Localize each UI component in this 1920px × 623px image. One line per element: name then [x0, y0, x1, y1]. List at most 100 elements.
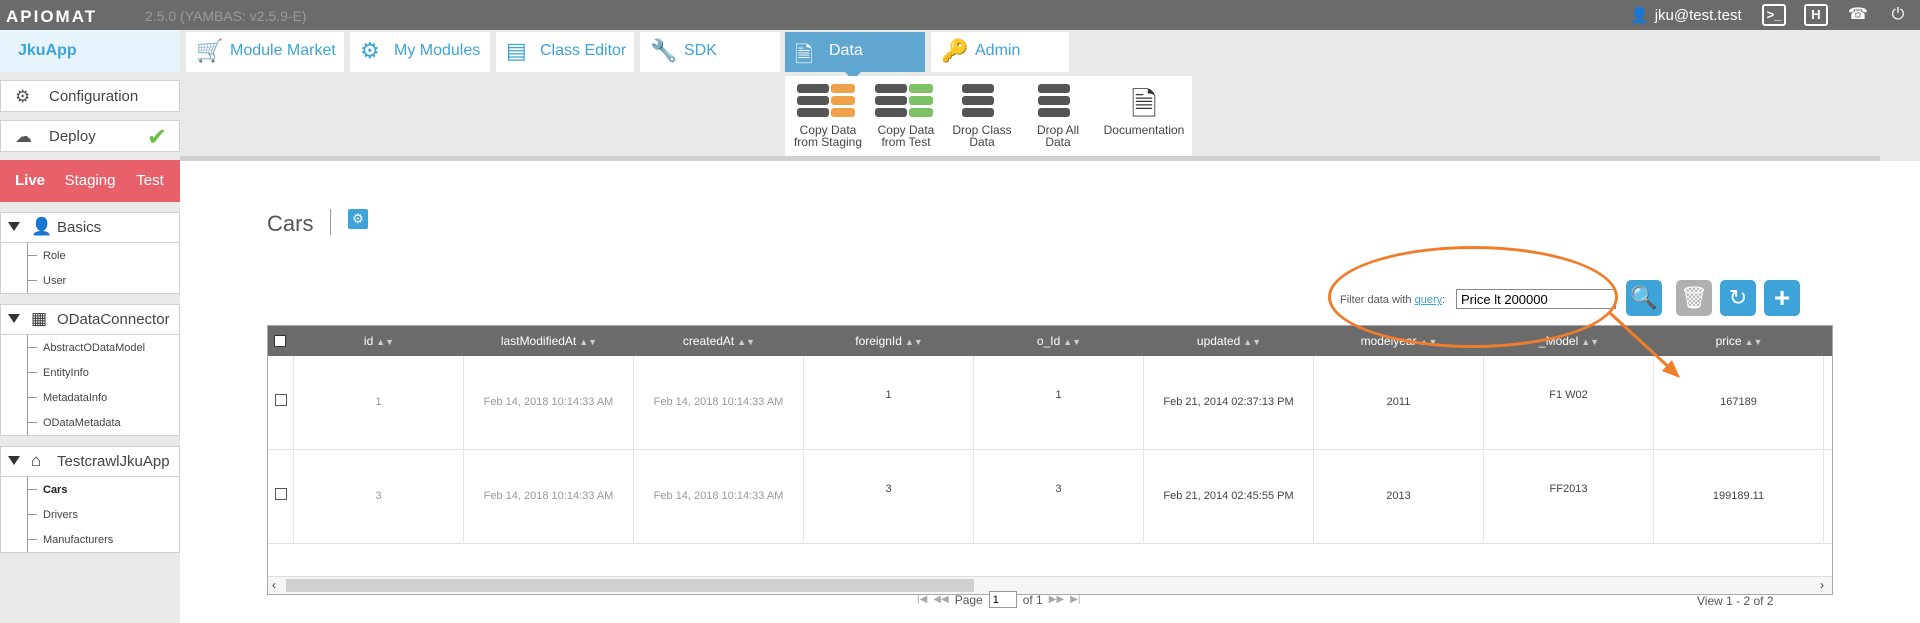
next-page-icon[interactable]: ▶▶ [1049, 594, 1064, 605]
power-icon[interactable]: ⏻ [1886, 4, 1910, 26]
sort-icon: ▲▼ [737, 337, 756, 347]
group-header-testcrawljkuapp[interactable]: ⌂ TestcrawlJkuApp [1, 447, 179, 477]
environment-tabs: Live Staging Test [0, 160, 180, 202]
cell-o-id[interactable]: 3 [974, 450, 1144, 544]
cell-foreignid[interactable]: 3 [804, 450, 974, 544]
cell-foreignid[interactable]: 1 [804, 356, 974, 450]
copy-database-icon [875, 84, 937, 120]
column-header-o-id[interactable]: o_Id ▲▼ [974, 326, 1144, 356]
basket-icon: 🛒 [196, 38, 224, 63]
sidebar-item-user[interactable]: User [1, 268, 179, 293]
table-row[interactable]: 1 Feb 14, 2018 10:14:33 AM Feb 14, 2018 … [268, 356, 1832, 450]
column-header-createdat[interactable]: createdAt ▲▼ [634, 326, 804, 356]
tab-data[interactable]: 🗎 Data [785, 32, 925, 72]
collapse-triangle-icon[interactable] [8, 314, 20, 323]
drop-all-data-button[interactable]: Drop All Data [1023, 84, 1093, 148]
column-header-updated[interactable]: updated ▲▼ [1144, 326, 1314, 356]
search-button[interactable]: 🔍 [1626, 280, 1662, 316]
tool-label: Data [969, 135, 995, 149]
add-button[interactable]: + [1764, 280, 1800, 316]
scroll-right-icon[interactable]: › [1820, 578, 1824, 592]
sidebar-item-drivers[interactable]: Drivers [1, 502, 179, 527]
collapse-triangle-icon[interactable] [8, 222, 20, 231]
cloud-icon: ☁ [15, 127, 32, 146]
cell-o-id[interactable]: 1 [974, 356, 1144, 450]
drop-class-data-button[interactable]: Drop Class Data [947, 84, 1017, 148]
cell-price[interactable]: 167189 [1654, 356, 1824, 450]
document-icon: 🗎 [795, 42, 813, 67]
prev-page-icon[interactable]: ◀◀ [933, 594, 948, 605]
tools-icon: 🔧 [650, 38, 678, 63]
terminal-icon[interactable]: >_ [1762, 4, 1786, 26]
cell-price[interactable]: 199189.11 [1654, 450, 1824, 544]
cell-modelyear[interactable]: 2013 [1314, 450, 1484, 544]
cell-createdat: Feb 14, 2018 10:14:33 AM [634, 450, 804, 544]
cell-updated[interactable]: Feb 21, 2014 02:45:55 PM [1144, 450, 1314, 544]
cell-updated[interactable]: Feb 21, 2014 02:37:13 PM [1144, 356, 1314, 450]
copy-from-test-button[interactable]: Copy Data from Test [871, 84, 941, 148]
scroll-left-icon[interactable]: ‹ [272, 578, 276, 592]
table-header: id ▲▼ lastModifiedAt ▲▼ createdAt ▲▼ foreig… [268, 326, 1832, 356]
deploy-button[interactable]: ☁ Deploy ✔ [0, 120, 180, 152]
last-page-icon[interactable]: ▶| [1070, 594, 1080, 605]
sidebar-item-abstractodatamodel[interactable]: AbstractODataModel [1, 335, 179, 360]
env-tab-staging[interactable]: Staging [60, 160, 120, 202]
class-settings-gear-icon[interactable]: ⚙ [348, 209, 368, 229]
search-icon: 🔍 [1630, 285, 1658, 310]
group-title: Basics [57, 219, 102, 236]
sidebar-item-cars[interactable]: Cars [1, 477, 179, 502]
group-header-basics[interactable]: 👤 Basics [1, 213, 179, 243]
page-label: Page [954, 592, 983, 607]
column-header-foreignid[interactable]: foreignId ▲▼ [804, 326, 974, 356]
sidebar-item-role[interactable]: Role [1, 243, 179, 268]
tab-module-market[interactable]: 🛒 Module Market [186, 32, 344, 72]
deploy-label: Deploy [49, 128, 96, 145]
sidebar-item-metadatainfo[interactable]: MetadataInfo [1, 385, 179, 410]
group-header-odataconnector[interactable]: ▦ ODataConnector [1, 305, 179, 335]
module-group-basics: 👤 Basics Role User [0, 212, 180, 294]
column-header-lastmodifiedat[interactable]: lastModifiedAt ▲▼ [464, 326, 634, 356]
sidebar-item-manufacturers[interactable]: Manufacturers [1, 527, 179, 552]
sort-icon: ▲▼ [904, 337, 923, 347]
sidebar-item-odatametadata[interactable]: ODataMetadata [1, 410, 179, 435]
configuration-label: Configuration [49, 88, 139, 105]
refresh-button[interactable]: ↻ [1720, 280, 1756, 316]
column-header-price[interactable]: price ▲▼ [1654, 326, 1824, 356]
help-h-icon[interactable]: H [1804, 4, 1828, 26]
apiomat-logo[interactable]: APIOMAT [6, 7, 97, 27]
page-number-input[interactable] [988, 591, 1017, 608]
documentation-button[interactable]: 🗎 Documentation [1099, 84, 1189, 136]
row-checkbox[interactable] [274, 394, 287, 406]
tab-my-modules[interactable]: ⚙ My Modules [350, 32, 490, 72]
tab-class-editor[interactable]: ▤ Class Editor [496, 32, 634, 72]
cell-model[interactable]: FF2013 [1484, 450, 1654, 544]
cell-modelyear[interactable]: 2011 [1314, 356, 1484, 450]
table-row[interactable]: 3 Feb 14, 2018 10:14:33 AM Feb 14, 2018 … [268, 450, 1832, 544]
row-checkbox[interactable] [274, 488, 287, 500]
table-icon: ▦ [31, 309, 48, 328]
env-tab-test[interactable]: Test [120, 160, 180, 202]
tab-label: My Modules [394, 42, 481, 59]
configuration-button[interactable]: ⚙ Configuration [0, 80, 180, 112]
sidebar-item-entityinfo[interactable]: EntityInfo [1, 360, 179, 385]
delete-button[interactable]: 🗑 [1676, 280, 1712, 316]
column-header-id[interactable]: id ▲▼ [294, 326, 464, 356]
user-menu[interactable]: 👤 jku@test.test [1630, 6, 1742, 25]
user-email: jku@test.test [1654, 6, 1742, 24]
tab-admin[interactable]: 🔑 Admin [931, 32, 1069, 72]
user-icon: 👤 [31, 217, 53, 236]
scrollbar-thumb[interactable] [286, 579, 974, 592]
cell-model[interactable]: F1 W02 [1484, 356, 1654, 450]
phone-icon[interactable]: ☎ [1846, 4, 1870, 26]
first-page-icon[interactable]: |◀ [917, 594, 927, 605]
collapse-triangle-icon[interactable] [8, 456, 20, 465]
data-toolbar: Copy Data from Staging Copy Data from Te… [785, 76, 1192, 156]
tab-label: Class Editor [540, 42, 627, 59]
sort-icon: ▲▼ [1744, 337, 1763, 347]
tab-sdk[interactable]: 🔧 SDK [640, 32, 780, 72]
app-name[interactable]: JkuApp [0, 30, 180, 72]
select-all-checkbox[interactable] [274, 335, 286, 347]
env-tab-live[interactable]: Live [0, 160, 60, 202]
copy-from-staging-button[interactable]: Copy Data from Staging [791, 84, 865, 148]
trash-icon: 🗑 [1680, 285, 1708, 310]
